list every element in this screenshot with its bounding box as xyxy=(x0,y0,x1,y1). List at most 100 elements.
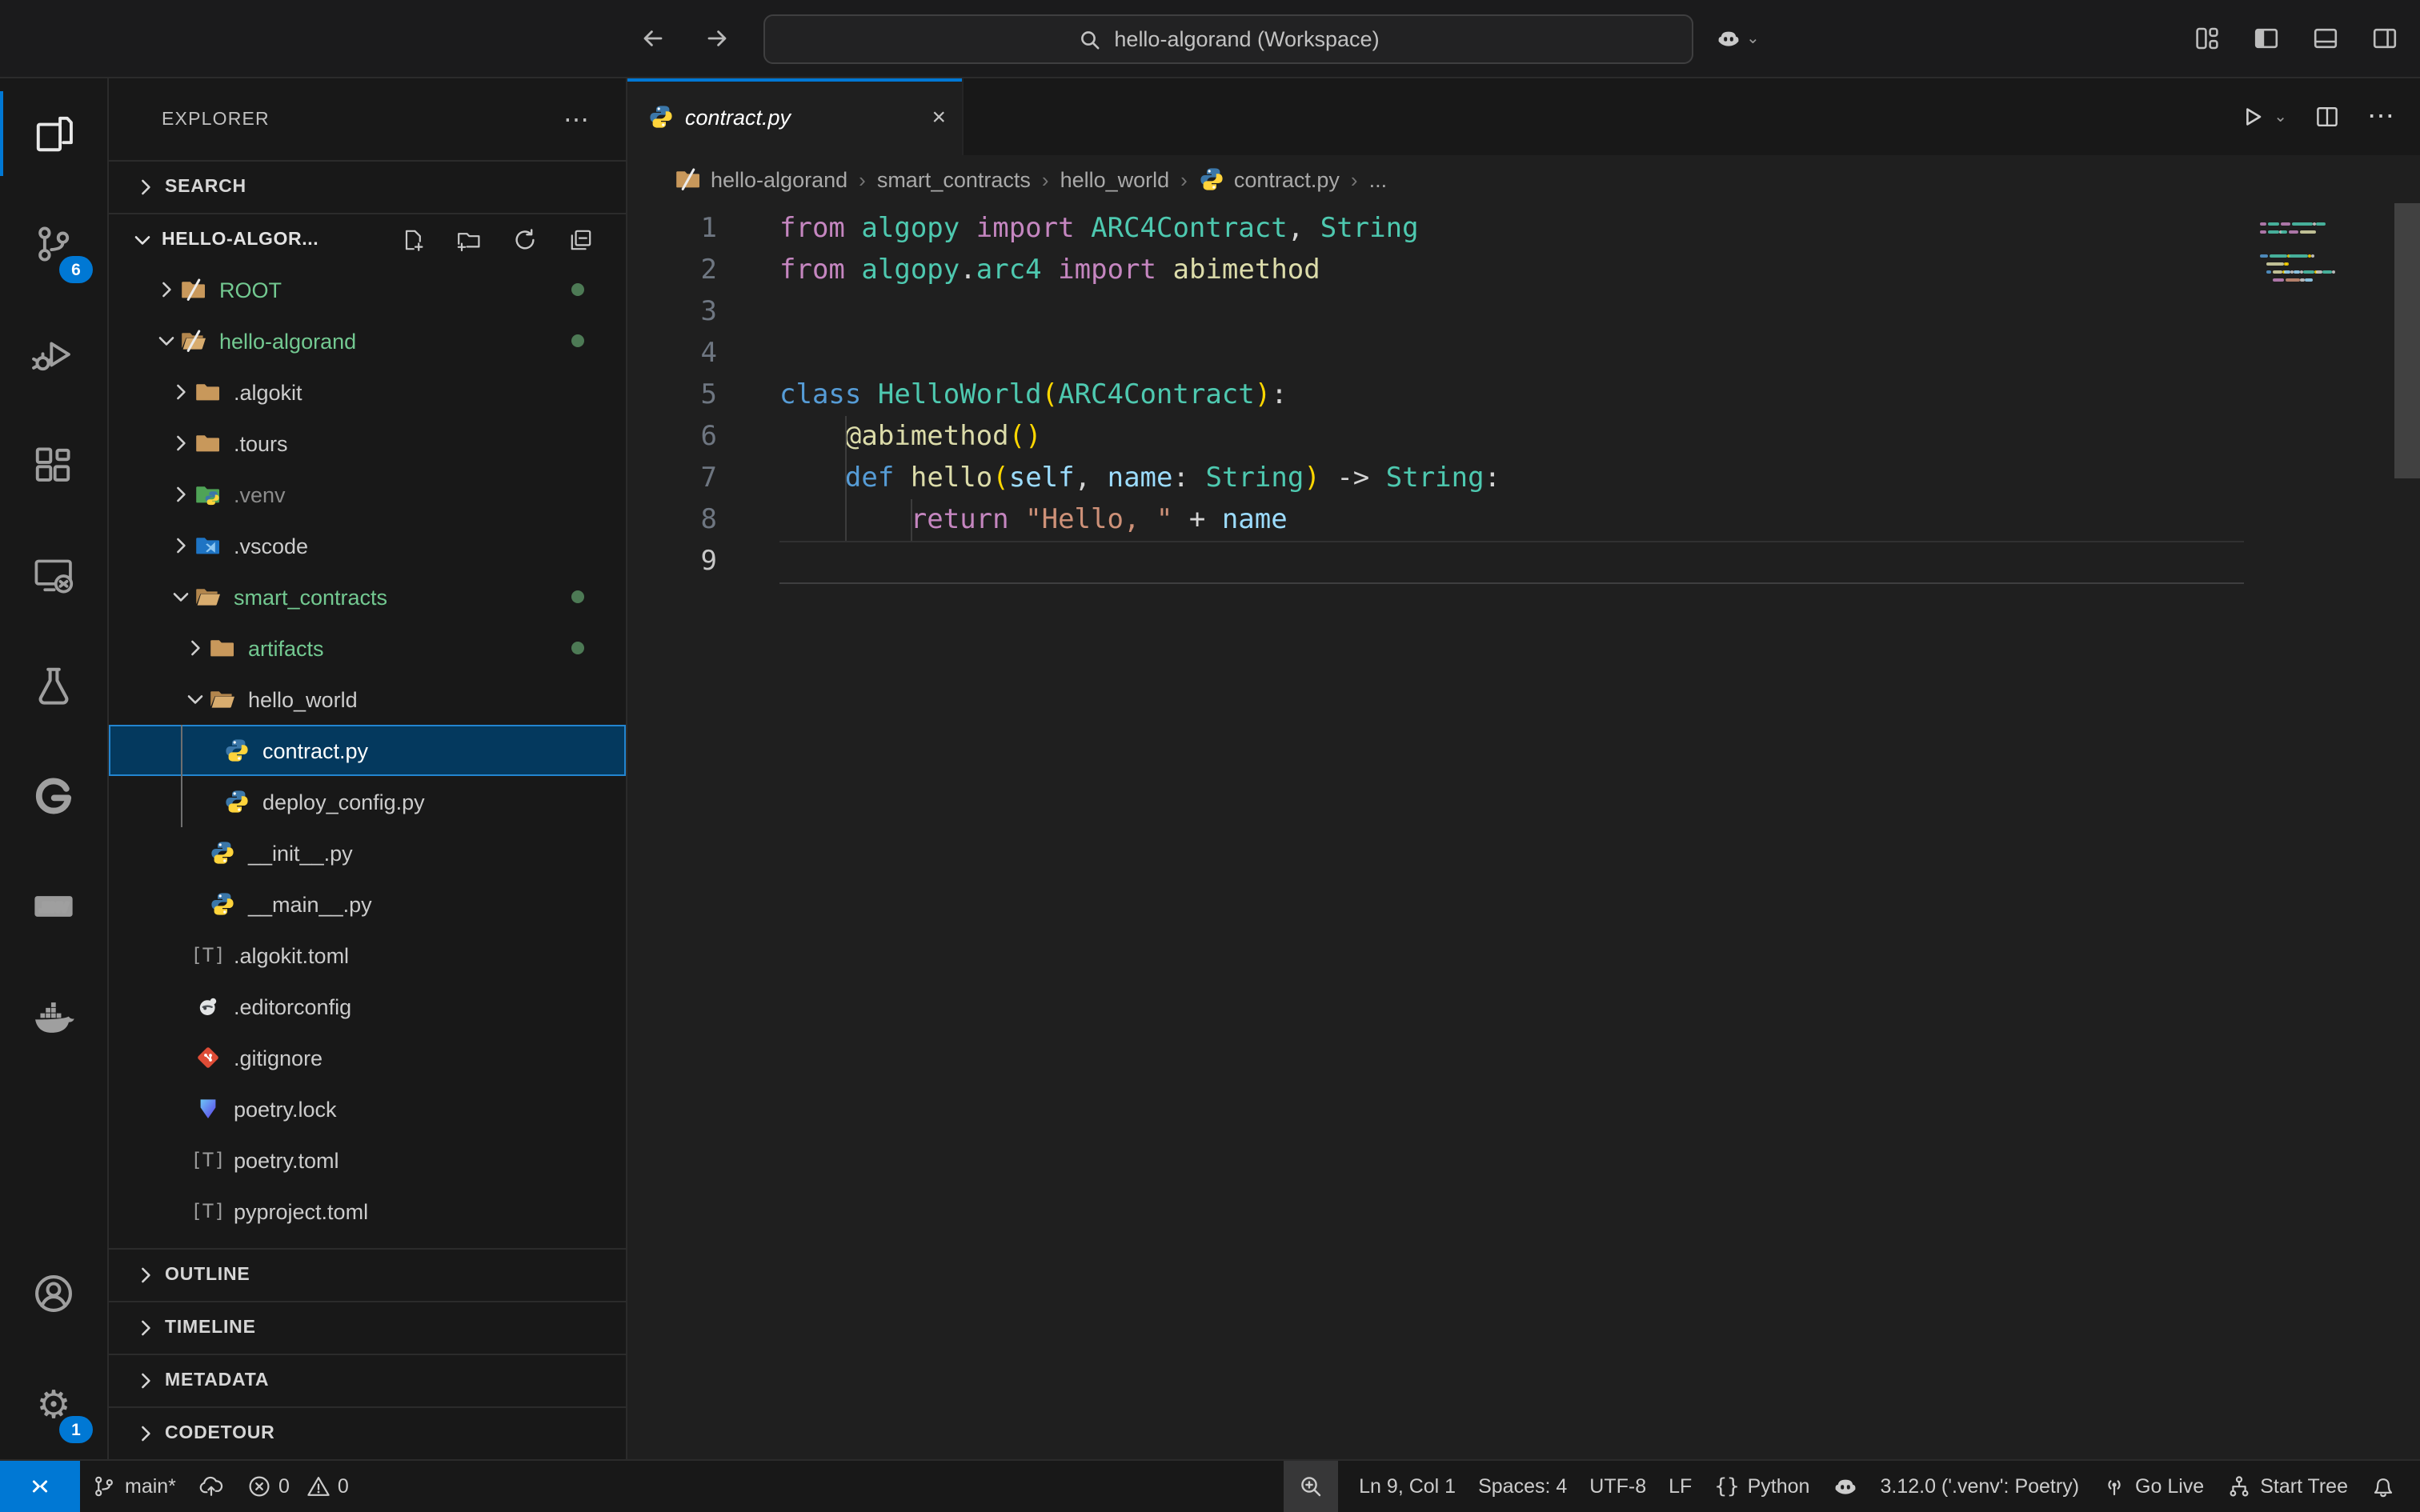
file-label: artifacts xyxy=(248,636,324,660)
git-branch[interactable]: main* xyxy=(80,1461,187,1512)
code-line-5: class HelloWorld(ARC4Contract): xyxy=(779,374,2420,416)
tree-item-artifacts[interactable]: artifacts xyxy=(109,622,626,674)
tab-contract-py[interactable]: contract.py × xyxy=(627,78,964,155)
editorconfig-icon xyxy=(195,994,221,1019)
language-mode[interactable]: {}Python xyxy=(1703,1461,1821,1512)
notifications[interactable] xyxy=(2359,1461,2407,1512)
problems-status[interactable]: 00 xyxy=(235,1461,360,1512)
split-editor-icon[interactable] xyxy=(2314,104,2340,130)
python-interpreter[interactable]: 3.12.0 ('.venv': Poetry) xyxy=(1869,1461,2090,1512)
section-label: CODETOUR xyxy=(165,1424,275,1443)
activitybar-algokit[interactable] xyxy=(0,741,107,851)
remote-indicator[interactable] xyxy=(0,1461,80,1512)
breadcrumb-item[interactable]: contract.py xyxy=(1199,166,1340,192)
toggle-primary-sidebar-icon[interactable] xyxy=(2254,26,2279,51)
activitybar-source-control[interactable]: 6 xyxy=(0,189,107,299)
chevron-spacer xyxy=(168,994,195,1019)
status-bar: main* 00 Ln 9, Col 1Spaces: 4UTF-8LF{}Pyt… xyxy=(0,1459,2420,1512)
activitybar-extensions[interactable] xyxy=(0,410,107,520)
toggle-secondary-sidebar-icon[interactable] xyxy=(2372,26,2398,51)
toggle-panel-icon[interactable] xyxy=(2313,26,2338,51)
breadcrumb-item[interactable]: hello-algorand xyxy=(675,166,847,192)
tree-item-hello-algorand[interactable]: hello-algorand xyxy=(109,315,626,366)
back-arrow-icon[interactable] xyxy=(640,26,666,51)
collapse-all-icon[interactable] xyxy=(568,226,594,252)
activitybar-accounts[interactable] xyxy=(0,1238,107,1349)
activitybar-explorer[interactable] xyxy=(0,78,107,189)
indentation[interactable]: Spaces: 4 xyxy=(1467,1461,1578,1512)
scrollbar[interactable] xyxy=(2394,203,2420,478)
command-center[interactable]: hello-algorand (Workspace) xyxy=(763,14,1693,64)
explorer-sidebar: EXPLORER ⋯ SEARCH HELLO-ALGOR... ROOThel… xyxy=(109,78,627,1459)
tab-label: contract.py xyxy=(685,105,791,129)
chevron-spacer xyxy=(182,891,210,917)
copilot-status[interactable] xyxy=(1821,1461,1869,1512)
customize-layout-icon[interactable] xyxy=(2194,26,2220,51)
code-editor[interactable]: 123456789 from algopy import ARC4Contrac… xyxy=(627,203,2420,1459)
code-line-2: from algopy.arc4 import abimethod xyxy=(779,250,2420,291)
new-file-icon[interactable] xyxy=(400,226,426,252)
zoom-icon xyxy=(1298,1474,1324,1499)
activitybar-dotenv[interactable]: .ENV xyxy=(0,851,107,962)
section-codetour[interactable]: CODETOUR xyxy=(109,1406,626,1459)
section-search[interactable]: SEARCH xyxy=(109,160,626,214)
code-line-9 xyxy=(779,541,2420,582)
tree-item--gitignore[interactable]: .gitignore xyxy=(109,1032,626,1083)
tree-item--vscode[interactable]: .vscode xyxy=(109,520,626,571)
folder-root-open-icon xyxy=(181,328,206,354)
tree-item-contract-py[interactable]: contract.py xyxy=(109,725,626,776)
more-actions-icon[interactable]: ⋯ xyxy=(2367,101,2394,133)
file-label: ROOT xyxy=(219,278,282,302)
run-button-icon[interactable] xyxy=(2238,104,2264,130)
tree-item-root[interactable]: ROOT xyxy=(109,264,626,315)
tree-item--tours[interactable]: .tours xyxy=(109,418,626,469)
search-icon xyxy=(1077,26,1103,52)
activitybar-docker[interactable] xyxy=(0,962,107,1072)
end-of-line[interactable]: LF xyxy=(1657,1461,1703,1512)
code-line-8: return "Hello, " + name xyxy=(779,499,2420,541)
activitybar-remote-explorer[interactable] xyxy=(0,520,107,630)
file-label: .tours xyxy=(234,431,288,455)
close-icon[interactable]: × xyxy=(932,103,946,130)
forward-arrow-icon[interactable] xyxy=(704,26,730,51)
tree-item--main-py[interactable]: __main__.py xyxy=(109,878,626,930)
publish-changes[interactable] xyxy=(187,1461,235,1512)
activitybar-testing[interactable] xyxy=(0,630,107,741)
breadcrumb-item[interactable]: ... xyxy=(1369,167,1388,191)
cursor-position[interactable]: Ln 9, Col 1 xyxy=(1348,1461,1467,1512)
refresh-icon[interactable] xyxy=(512,226,538,252)
tree-item--init-py[interactable]: __init__.py xyxy=(109,827,626,878)
tree-item-smart-contracts[interactable]: smart_contracts xyxy=(109,571,626,622)
section-timeline[interactable]: TIMELINE xyxy=(109,1301,626,1354)
tree-item-deploy-config-py[interactable]: deploy_config.py xyxy=(109,776,626,827)
section-metadata[interactable]: METADATA xyxy=(109,1354,626,1406)
tree-item-readme-md[interactable]: README.md xyxy=(109,1237,626,1248)
tab-bar: contract.py × ⌄ ⋯ xyxy=(627,78,2420,155)
go-live[interactable]: Go Live xyxy=(2090,1461,2215,1512)
section-outline[interactable]: OUTLINE xyxy=(109,1248,626,1301)
error-icon xyxy=(246,1474,272,1499)
activitybar-settings[interactable]: ⚙1 xyxy=(0,1349,107,1459)
tree-item-pyproject-toml[interactable]: [T]pyproject.toml xyxy=(109,1186,626,1237)
breadcrumb-item[interactable]: hello_world xyxy=(1060,167,1170,191)
breadcrumb-item[interactable]: smart_contracts xyxy=(877,167,1031,191)
run-dropdown-icon[interactable]: ⌄ xyxy=(2274,108,2287,126)
activitybar-run-and-debug[interactable] xyxy=(0,299,107,410)
new-folder-icon[interactable] xyxy=(456,226,482,252)
copilot-icon xyxy=(1716,26,1741,51)
tree-item-poetry-toml[interactable]: [T]poetry.toml xyxy=(109,1134,626,1186)
window-title: hello-algorand (Workspace) xyxy=(1114,27,1379,51)
tree-item--editorconfig[interactable]: .editorconfig xyxy=(109,981,626,1032)
file-label: pyproject.toml xyxy=(234,1199,368,1223)
more-actions-icon[interactable]: ⋯ xyxy=(563,103,591,135)
tree-item--venv[interactable]: .venv xyxy=(109,469,626,520)
tree-item--algokit[interactable]: .algokit xyxy=(109,366,626,418)
start-tree[interactable]: Start Tree xyxy=(2215,1461,2359,1512)
zoom-status[interactable] xyxy=(1284,1461,1338,1512)
section-workspace[interactable]: HELLO-ALGOR... xyxy=(109,214,626,264)
tree-item--algokit-toml[interactable]: [T].algokit.toml xyxy=(109,930,626,981)
tree-item-poetry-lock[interactable]: poetry.lock xyxy=(109,1083,626,1134)
copilot-menu[interactable]: ⌄ xyxy=(1716,0,1760,77)
tree-item-hello-world[interactable]: hello_world xyxy=(109,674,626,725)
encoding[interactable]: UTF-8 xyxy=(1578,1461,1657,1512)
